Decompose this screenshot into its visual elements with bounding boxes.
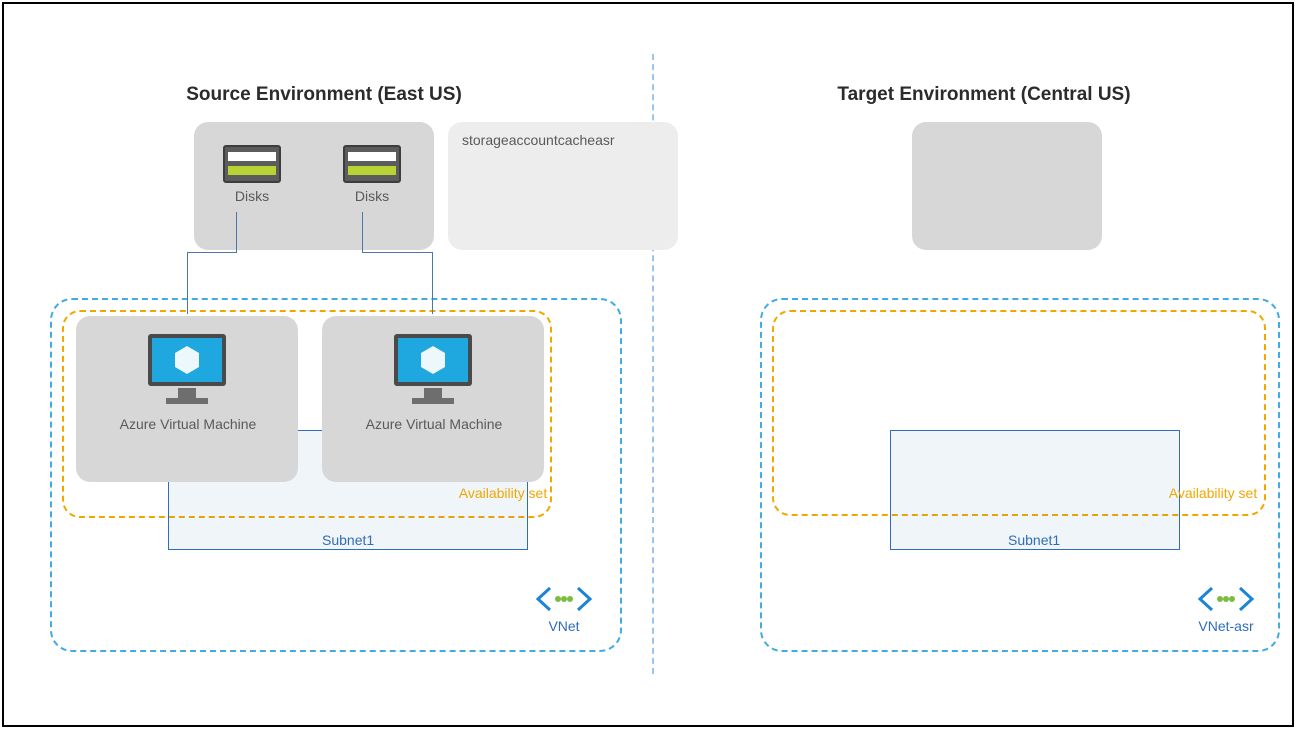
connector-line <box>432 252 433 314</box>
disks-box <box>194 122 434 250</box>
vm-icon <box>142 330 232 410</box>
vm-icon <box>388 330 478 410</box>
disk-label-1: Disks <box>202 188 302 204</box>
vm-label-2: Azure Virtual Machine <box>334 416 534 432</box>
source-title: Source Environment (East US) <box>124 84 524 106</box>
connector-line <box>187 252 237 253</box>
connector-line <box>236 212 237 252</box>
disk-icon <box>342 144 402 184</box>
diagram-frame: Source Environment (East US) Target Envi… <box>2 2 1294 727</box>
target-placeholder-box <box>912 122 1102 250</box>
connector-line <box>362 212 363 252</box>
vm-label-1: Azure Virtual Machine <box>88 416 288 432</box>
vnet-label: VNet <box>504 618 624 634</box>
connector-line <box>187 252 188 314</box>
connector-line <box>362 252 432 253</box>
subnet-label: Subnet1 <box>322 532 374 548</box>
target-subnet-label: Subnet1 <box>1008 532 1060 548</box>
availability-set-label: Availability set <box>458 485 548 502</box>
disk-icon <box>222 144 282 184</box>
disk-label-2: Disks <box>322 188 422 204</box>
vnet-icon <box>534 584 594 614</box>
storage-cache-label: storageaccountcacheasr <box>462 132 615 148</box>
target-availability-set-label: Availability set <box>1168 485 1258 502</box>
target-title: Target Environment (Central US) <box>784 84 1184 106</box>
storage-cache-box: storageaccountcacheasr <box>448 122 678 250</box>
target-vnet-label: VNet-asr <box>1166 618 1286 634</box>
vnet-icon <box>1196 584 1256 614</box>
